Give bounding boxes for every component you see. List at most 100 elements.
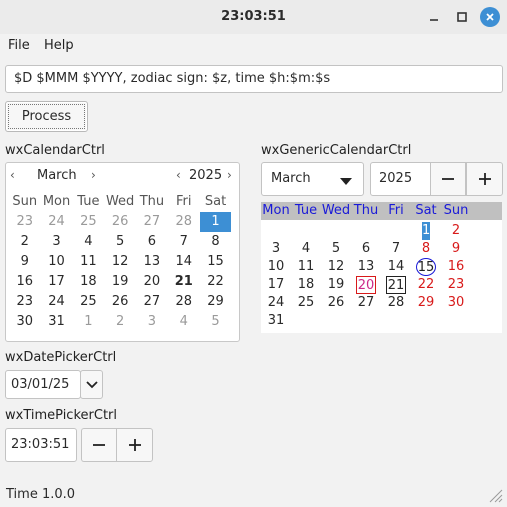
generic-calendar-day[interactable]: 9 [441, 240, 471, 258]
calendar-day[interactable]: 18 [73, 272, 105, 292]
format-input[interactable]: $D $MMM $YYYY, zodiac sign: $z, time $h:… [5, 65, 503, 93]
menu-file[interactable]: File [8, 38, 30, 53]
menu-help[interactable]: Help [44, 38, 74, 53]
generic-calendar-day[interactable]: 30 [441, 294, 471, 312]
prev-year-icon[interactable]: ‹ [176, 168, 181, 182]
generic-calendar-day[interactable]: 28 [381, 294, 411, 312]
calendar-day[interactable]: 10 [41, 252, 73, 272]
calendar-day[interactable]: 19 [104, 272, 136, 292]
calendar-day[interactable]: 9 [9, 252, 41, 272]
generic-calendar-day[interactable]: 12 [321, 258, 351, 276]
time-minus-button[interactable] [81, 428, 116, 462]
generic-calendar-day[interactable]: 11 [291, 258, 321, 276]
calendar-day[interactable]: 3 [136, 312, 168, 332]
calendar-day[interactable]: 27 [136, 292, 168, 312]
date-picker-dropdown[interactable] [80, 370, 103, 399]
calendar-day[interactable]: 31 [41, 312, 73, 332]
generic-calendar-day[interactable]: 15 [416, 258, 436, 276]
calendar-day[interactable]: 15 [200, 252, 232, 272]
calendar-day[interactable]: 4 [168, 312, 200, 332]
plus-icon [128, 439, 141, 451]
calendar-day[interactable]: 14 [168, 252, 200, 272]
generic-calendar-day[interactable]: 5 [321, 240, 351, 258]
generic-calendar-day[interactable]: 2 [441, 222, 471, 240]
calendar-day[interactable]: 13 [136, 252, 168, 272]
generic-calendar-day[interactable]: 21 [386, 276, 406, 294]
generic-calendar-day[interactable]: 8 [411, 240, 441, 258]
chevron-down-icon [340, 175, 352, 190]
calendar-day[interactable]: 25 [73, 292, 105, 312]
generic-calendar-day[interactable]: 17 [261, 276, 291, 294]
calendar-day[interactable]: 24 [41, 212, 73, 232]
generic-calendar-day[interactable]: 13 [351, 258, 381, 276]
year-plus-button[interactable] [466, 162, 503, 196]
year-minus-button[interactable] [430, 162, 466, 196]
calendar-day[interactable]: 1 [199, 212, 232, 232]
calendar-day[interactable]: 5 [200, 312, 232, 332]
generic-calendar-day[interactable]: 26 [321, 294, 351, 312]
calendar-day[interactable]: 28 [168, 212, 200, 232]
generic-calendar-day[interactable]: 22 [411, 276, 441, 294]
process-button[interactable]: Process [5, 101, 88, 132]
generic-calendar-day[interactable]: 27 [351, 294, 381, 312]
calendar-day[interactable]: 6 [136, 232, 168, 252]
calendar-day[interactable]: 8 [200, 232, 232, 252]
generic-calendar-day[interactable]: 29 [411, 294, 441, 312]
calendar-day[interactable]: 22 [200, 272, 232, 292]
minimize-icon [430, 19, 438, 21]
resize-grip-icon[interactable] [487, 487, 503, 507]
generic-calendar-day[interactable]: 10 [261, 258, 291, 276]
calendar-day[interactable]: 17 [41, 272, 73, 292]
calendar-day[interactable]: 25 [73, 212, 105, 232]
generic-calendar-day[interactable]: 1 [422, 222, 430, 240]
calendar-day[interactable]: 20 [136, 272, 168, 292]
calendar-day[interactable]: 28 [168, 292, 200, 312]
next-month-icon[interactable]: › [91, 168, 96, 182]
generic-calendar-day[interactable]: 18 [291, 276, 321, 294]
generic-calendar-day[interactable]: 24 [261, 294, 291, 312]
generic-calendar-day[interactable]: 4 [291, 240, 321, 258]
calendar-day[interactable]: 5 [104, 232, 136, 252]
generic-weekday-header: Mon [262, 203, 290, 218]
calendar-day[interactable]: 30 [9, 312, 41, 332]
maximize-icon [457, 12, 467, 22]
generic-calendar-label: wxGenericCalendarCtrl [261, 143, 412, 158]
calendar-day[interactable]: 4 [73, 232, 105, 252]
calendar-day[interactable]: 16 [9, 272, 41, 292]
generic-calendar-day[interactable]: 16 [441, 258, 471, 276]
calendar-day[interactable]: 23 [9, 212, 41, 232]
calendar-day[interactable]: 7 [168, 232, 200, 252]
generic-calendar-day[interactable]: 6 [351, 240, 381, 258]
generic-calendar-day[interactable]: 23 [441, 276, 471, 294]
calendar-day[interactable]: 27 [136, 212, 168, 232]
close-button[interactable] [480, 7, 500, 27]
calendar-day[interactable]: 21 [168, 272, 200, 292]
date-picker-field[interactable]: 03/01/25 [5, 370, 81, 399]
weekday-header: Tue [77, 194, 100, 209]
generic-calendar-day[interactable]: 20 [356, 276, 376, 294]
generic-calendar-day[interactable]: 3 [261, 240, 291, 258]
next-year-icon[interactable]: › [227, 168, 232, 182]
time-picker-field[interactable]: 23:03:51 [5, 428, 77, 462]
calendar-day[interactable]: 24 [41, 292, 73, 312]
calendar-day[interactable]: 2 [9, 232, 41, 252]
generic-calendar-day[interactable]: 14 [381, 258, 411, 276]
calendar-day[interactable]: 1 [73, 312, 105, 332]
minimize-button[interactable] [424, 7, 444, 27]
calendar-day[interactable]: 26 [104, 292, 136, 312]
time-plus-button[interactable] [116, 428, 153, 462]
generic-calendar-day[interactable]: 19 [321, 276, 351, 294]
calendar-day[interactable]: 23 [9, 292, 41, 312]
maximize-button[interactable] [452, 7, 472, 27]
weekday-header: Wed [105, 194, 135, 209]
calendar-day[interactable]: 3 [41, 232, 73, 252]
prev-month-icon[interactable]: ‹ [10, 168, 15, 182]
calendar-day[interactable]: 2 [104, 312, 136, 332]
generic-calendar-day[interactable]: 7 [381, 240, 411, 258]
generic-calendar-day[interactable]: 25 [291, 294, 321, 312]
generic-calendar-day[interactable]: 31 [261, 312, 291, 330]
calendar-day[interactable]: 29 [200, 292, 232, 312]
calendar-day[interactable]: 12 [104, 252, 136, 272]
calendar-day[interactable]: 11 [73, 252, 105, 272]
calendar-day[interactable]: 26 [104, 212, 136, 232]
